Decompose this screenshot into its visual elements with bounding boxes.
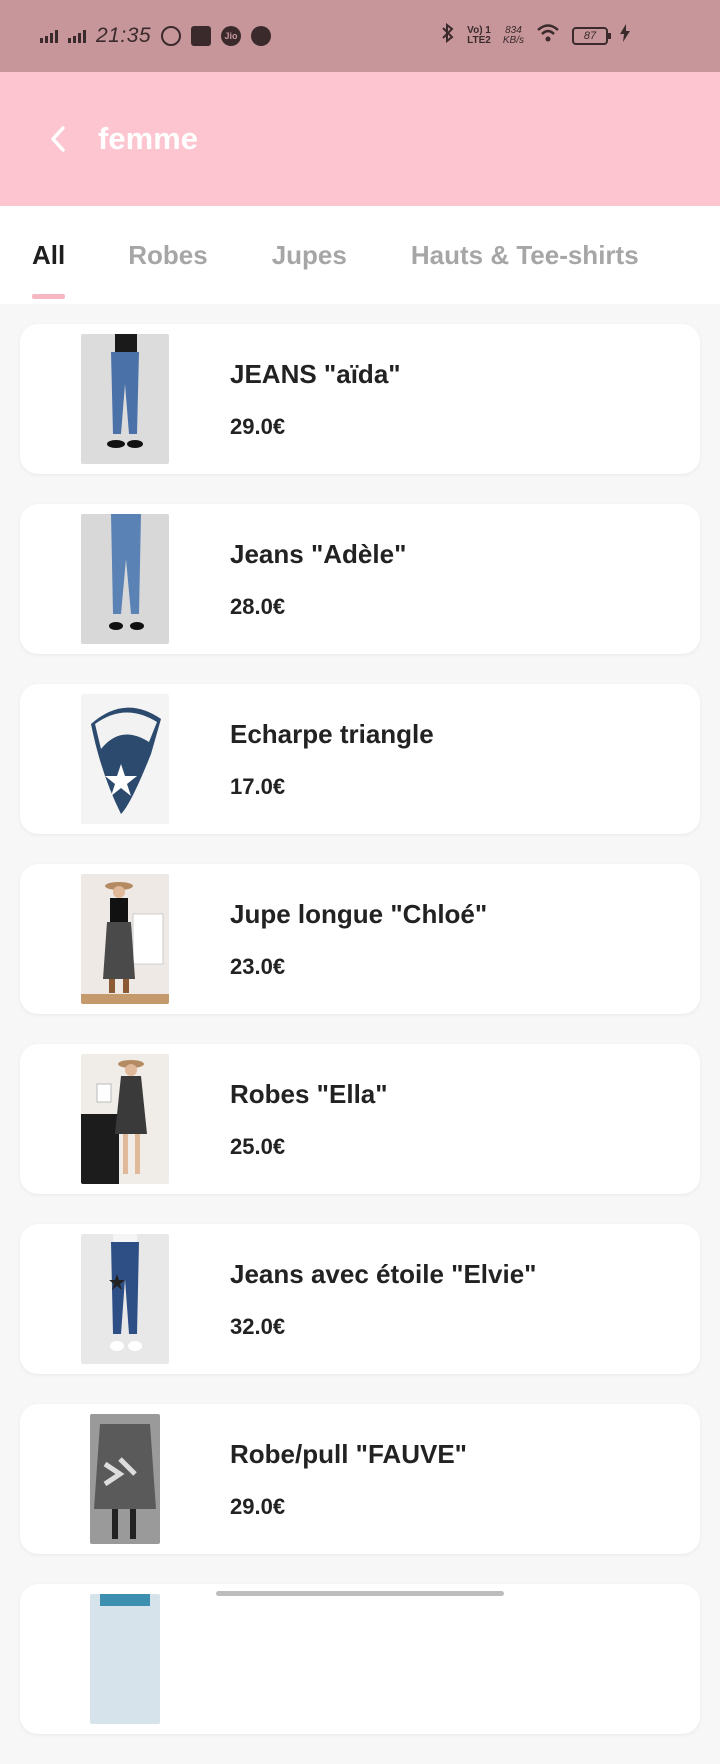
product-price: 29.0€ [230, 1493, 286, 1519]
charging-icon [620, 24, 630, 48]
product-image [81, 1054, 169, 1184]
back-button[interactable] [38, 119, 78, 159]
product-info: Robe/pull "FAUVE" 29.0€ [230, 1439, 467, 1520]
product-card[interactable]: Jeans avec étoile "Elvie" 32.0€ [20, 1224, 700, 1374]
product-name: Echarpe triangle [230, 718, 434, 749]
battery-icon: 87 [572, 27, 611, 45]
product-price: 25.0€ [230, 1133, 286, 1159]
product-image [81, 334, 169, 464]
app-icon [251, 26, 272, 46]
product-image [81, 514, 169, 644]
tab-robes[interactable]: Robes [128, 240, 207, 271]
product-name: Robe/pull "FAUVE" [230, 1438, 467, 1469]
product-info: Jeans avec étoile "Elvie" 32.0€ [230, 1259, 537, 1340]
product-card[interactable]: Echarpe triangle 17.0€ [20, 684, 700, 834]
product-name: JEANS "aïda" [230, 358, 401, 389]
product-list: JEANS "aïda" 29.0€ Jeans "Adèle" 28.0€ E… [20, 324, 700, 1764]
status-time: 21:35 [96, 24, 152, 47]
tab-jupes[interactable]: Jupes [272, 240, 347, 271]
status-left: 21:35 Jio [40, 24, 272, 48]
status-right: Vo) 1 LTE2 834 KB/s 87 [441, 22, 630, 49]
network-speed: 834 KB/s [502, 25, 524, 46]
product-info: JEANS "aïda" 29.0€ [230, 359, 401, 440]
product-image [81, 1234, 169, 1364]
tab-indicator [32, 293, 66, 299]
product-info: Jupe longue "Chloé" 23.0€ [230, 899, 487, 980]
product-info: Robes "Ella" 25.0€ [230, 1079, 388, 1160]
product-price: 23.0€ [230, 953, 286, 979]
product-card[interactable] [20, 1584, 700, 1734]
category-tabs: All Robes Jupes Hauts & Tee-shirts [0, 206, 720, 304]
product-price: 28.0€ [230, 593, 286, 619]
signal-icon [40, 29, 58, 43]
volte-indicator: Vo) 1 LTE2 [467, 25, 491, 46]
product-price: 29.0€ [230, 413, 286, 439]
product-name: Jeans avec étoile "Elvie" [230, 1258, 537, 1289]
news-icon [191, 26, 212, 46]
product-name: Robes "Ella" [230, 1078, 388, 1109]
product-image [81, 874, 169, 1004]
tab-hauts-tee-shirts[interactable]: Hauts & Tee-shirts [411, 240, 639, 271]
product-card[interactable]: Jupe longue "Chloé" 23.0€ [20, 864, 700, 1014]
home-indicator[interactable] [216, 1591, 504, 1596]
product-image [81, 694, 169, 824]
product-info: Jeans "Adèle" 28.0€ [230, 539, 406, 620]
wifi-icon [536, 23, 560, 49]
product-card[interactable]: JEANS "aïda" 29.0€ [20, 324, 700, 474]
product-card[interactable]: Robes "Ella" 25.0€ [20, 1044, 700, 1194]
product-image [90, 1414, 160, 1544]
product-price: 17.0€ [230, 773, 286, 799]
status-bar: 21:35 Jio Vo) 1 LTE2 834 KB/s 87 [0, 0, 720, 72]
product-card[interactable]: Robe/pull "FAUVE" 29.0€ [20, 1404, 700, 1554]
product-name: Jupe longue "Chloé" [230, 898, 488, 929]
product-price: 32.0€ [230, 1313, 286, 1339]
product-info: Echarpe triangle 17.0€ [230, 719, 434, 800]
bluetooth-icon [441, 22, 455, 49]
page-title: femme [98, 121, 198, 156]
product-image [90, 1594, 160, 1724]
app-bar: femme [0, 72, 720, 206]
chevron-left-icon [51, 126, 65, 152]
whatsapp-icon [161, 26, 182, 46]
tab-all[interactable]: All [32, 240, 66, 299]
signal-icon [68, 29, 86, 43]
product-card[interactable]: Jeans "Adèle" 28.0€ [20, 504, 700, 654]
jio-icon: Jio [221, 26, 242, 46]
product-name: Jeans "Adèle" [230, 538, 407, 569]
